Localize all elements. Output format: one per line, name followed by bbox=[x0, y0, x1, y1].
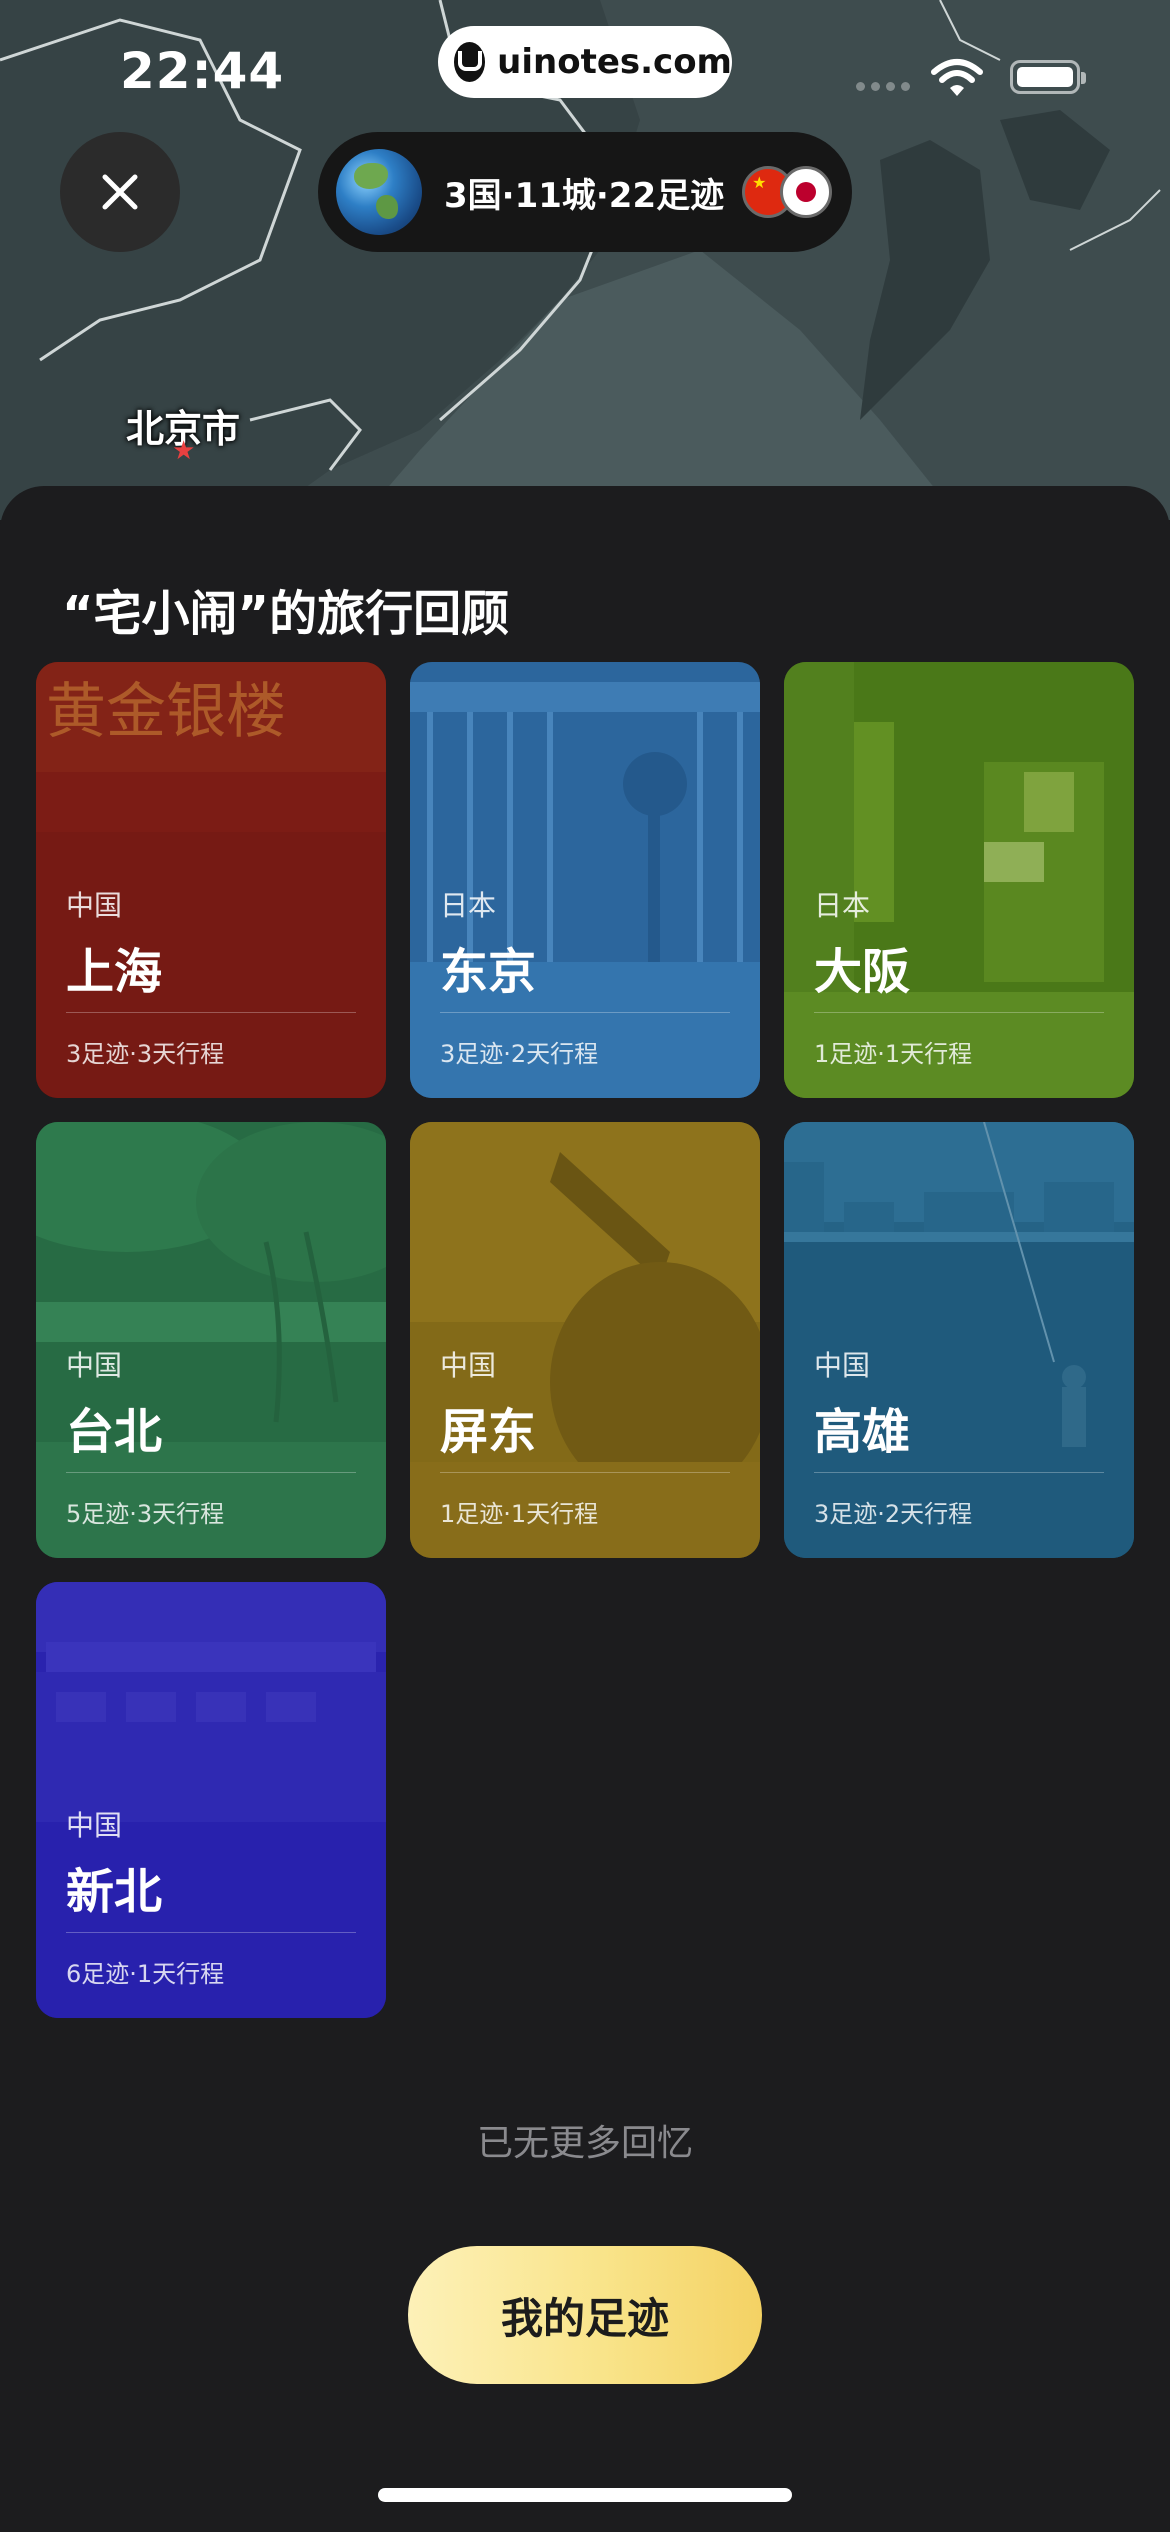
travel-stats-pill[interactable]: 3国·11城·22足迹 bbox=[318, 132, 852, 252]
card-country: 中国 bbox=[440, 1349, 497, 1382]
card-divider bbox=[66, 1012, 356, 1013]
city-card[interactable]: 中国 新北 6足迹·1天行程 bbox=[36, 1582, 386, 2018]
battery-icon bbox=[1010, 60, 1086, 94]
my-footprint-button[interactable]: 我的足迹 bbox=[408, 2246, 762, 2384]
card-meta: 6足迹·1天行程 bbox=[66, 1960, 225, 1988]
capital-star-icon: ★ bbox=[172, 436, 196, 466]
city-card[interactable]: 日本 大阪 1足迹·1天行程 bbox=[784, 662, 1134, 1098]
country-flags bbox=[742, 166, 833, 218]
card-meta: 1足迹·1天行程 bbox=[440, 1500, 599, 1528]
card-divider bbox=[814, 1012, 1104, 1013]
card-meta: 3足迹·2天行程 bbox=[814, 1500, 973, 1528]
card-city: 高雄 bbox=[814, 1404, 911, 1460]
card-meta: 3足迹·3天行程 bbox=[66, 1040, 225, 1068]
status-time: 22:44 bbox=[120, 42, 285, 100]
city-card[interactable]: 黄金银楼 中国 上海 3足迹·3天行程 bbox=[36, 662, 386, 1098]
card-divider bbox=[440, 1012, 730, 1013]
card-divider bbox=[66, 1932, 356, 1933]
url-bar[interactable]: uinotes.com bbox=[438, 26, 732, 98]
home-indicator[interactable] bbox=[378, 2488, 792, 2502]
city-card[interactable]: 中国 高雄 3足迹·2天行程 bbox=[784, 1122, 1134, 1558]
card-city: 屏东 bbox=[440, 1404, 537, 1460]
card-tint bbox=[36, 662, 386, 1098]
city-card-grid: 黄金银楼 中国 上海 3足迹·3天行程 bbox=[36, 662, 1134, 2018]
card-tint bbox=[36, 1582, 386, 2018]
city-card[interactable]: 中国 屏东 1足迹·1天行程 bbox=[410, 1122, 760, 1558]
card-tint bbox=[784, 1122, 1134, 1558]
travel-stats-text: 3国·11城·22足迹 bbox=[444, 175, 725, 216]
card-city: 台北 bbox=[66, 1404, 163, 1460]
card-divider bbox=[440, 1472, 730, 1473]
card-country: 中国 bbox=[66, 1809, 123, 1842]
card-country: 中国 bbox=[814, 1349, 871, 1382]
card-meta: 3足迹·2天行程 bbox=[440, 1040, 599, 1068]
globe-icon bbox=[336, 149, 422, 235]
url-text: uinotes.com bbox=[497, 42, 732, 82]
card-city: 新北 bbox=[66, 1864, 163, 1920]
card-divider bbox=[814, 1472, 1104, 1473]
card-tint bbox=[410, 662, 760, 1098]
card-divider bbox=[66, 1472, 356, 1473]
card-meta: 5足迹·3天行程 bbox=[66, 1500, 225, 1528]
card-tint bbox=[36, 1122, 386, 1558]
card-country: 中国 bbox=[66, 889, 123, 922]
close-icon bbox=[102, 174, 138, 210]
city-card[interactable]: 日本 东京 3足迹·2天行程 bbox=[410, 662, 760, 1098]
japan-flag-icon bbox=[780, 166, 833, 218]
travel-review-sheet: “宅小闹”的旅行回顾 黄金银楼 中国 上海 3足迹·3天行程 bbox=[0, 486, 1170, 2532]
card-city: 大阪 bbox=[814, 944, 911, 1000]
card-tint bbox=[784, 662, 1134, 1098]
wifi-icon bbox=[931, 59, 983, 96]
card-country: 日本 bbox=[814, 889, 871, 922]
map-background[interactable]: 22:44 uinotes.com 3国·11城·22足迹 北京市 ★ bbox=[0, 0, 1170, 520]
city-card[interactable]: 中国 台北 5足迹·3天行程 bbox=[36, 1122, 386, 1558]
site-logo-icon bbox=[454, 42, 486, 82]
review-title: “宅小闹”的旅行回顾 bbox=[62, 586, 510, 642]
card-city: 上海 bbox=[66, 944, 163, 1000]
card-country: 中国 bbox=[66, 1349, 123, 1382]
card-meta: 1足迹·1天行程 bbox=[814, 1040, 973, 1068]
card-country: 日本 bbox=[440, 889, 497, 922]
no-more-memories-text: 已无更多回忆 bbox=[476, 2123, 693, 2164]
card-tint bbox=[410, 1122, 760, 1558]
cellular-signal-icon bbox=[856, 82, 910, 91]
card-city: 东京 bbox=[440, 944, 537, 1000]
close-button[interactable] bbox=[60, 132, 180, 252]
